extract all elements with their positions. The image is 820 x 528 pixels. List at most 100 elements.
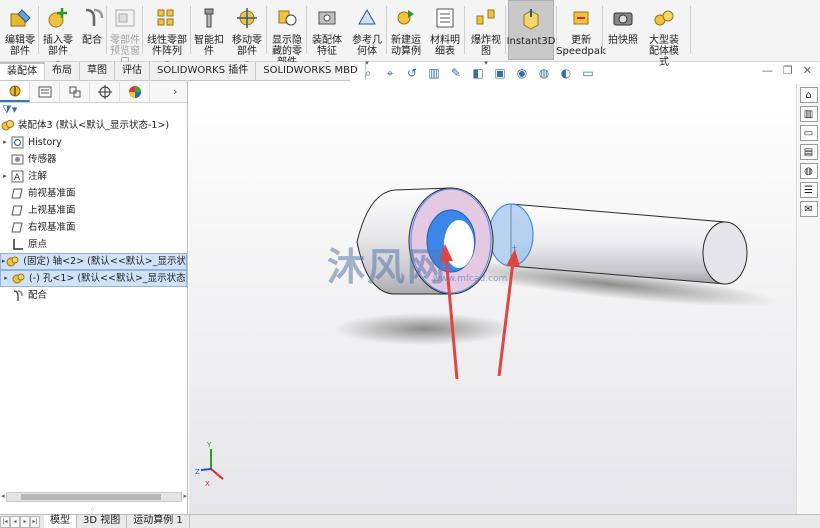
view-orientation-icon[interactable]: ◧ <box>470 65 486 81</box>
ribbon-button-reference-geometry[interactable]: 参考几 何体 ▾ <box>348 0 386 67</box>
ribbon-button-move-component[interactable]: 移动零 部件▾ <box>228 0 266 67</box>
next-tab-icon[interactable]: ▸ <box>20 515 30 528</box>
scroll-right-icon[interactable]: ▸ <box>183 492 187 500</box>
tree-item[interactable]: 传感器 <box>0 151 187 168</box>
custom-properties-icon[interactable]: ☰ <box>799 182 818 198</box>
tree-item[interactable]: 上视基准面 <box>0 202 187 219</box>
tree-horizontal-scrollbar[interactable]: ◂ ▸ <box>1 492 187 502</box>
tree-root-label: 装配体3 (默认<默认_显示状态-1>) <box>18 120 170 131</box>
ribbon-button-mate[interactable]: 配合 <box>78 0 106 60</box>
ribbon-button-edit-component[interactable]: 编辑零 部件 <box>2 0 38 60</box>
restore-icon[interactable]: ❐ <box>783 64 793 77</box>
ribbon-button-update-speedpak[interactable]: 更新 Speedpak <box>556 0 606 60</box>
last-tab-icon[interactable]: ▸| <box>30 515 40 528</box>
feature-manager-tree-tab[interactable] <box>0 81 30 102</box>
ribbon-button-label: 新建运 动算例 <box>391 35 421 57</box>
hide-show-items-icon[interactable]: ◉ <box>514 65 530 81</box>
previous-view-icon[interactable]: ↺ <box>404 65 420 81</box>
ribbon-button-label: 装配体 特征 <box>312 35 342 57</box>
chevron-right-icon[interactable]: › <box>173 85 187 98</box>
tree-item[interactable]: ▸ (-) 孔<1> (默认<<默认>_显示状态 <box>0 270 187 287</box>
task-pane-bar: ⌂ ▥ ▭ ▤ ◍ ☰ ✉ <box>796 84 820 514</box>
ribbon-button-label: 大型装 配体模 式 <box>649 35 679 68</box>
filter-funnel-icon[interactable]: ⧩▾ <box>0 103 187 117</box>
prev-tab-icon[interactable]: ◂ <box>10 515 20 528</box>
panel-splitter-icon[interactable]: ◦ <box>90 505 95 514</box>
property-manager-tab[interactable] <box>30 81 60 102</box>
tab-4[interactable]: SOLIDWORKS 插件 <box>150 62 257 80</box>
ribbon-button-linear-pattern[interactable]: 线性零部 件阵列▾ <box>144 0 190 67</box>
tree-item[interactable]: ▸ History <box>0 134 187 151</box>
ribbon-button-label: 配合 <box>82 35 102 46</box>
expand-arrow-icon[interactable]: ▸ <box>1 271 11 286</box>
ribbon-button-assembly-features[interactable]: 装配体 特征▾ <box>308 0 346 67</box>
ribbon-button-exploded-view[interactable]: 爆炸视 图 ▾ <box>466 0 506 67</box>
configuration-manager-tab[interactable] <box>60 81 90 102</box>
tree-item[interactable]: 原点 <box>0 236 187 253</box>
display-style-icon[interactable]: ▣ <box>492 65 508 81</box>
home-icon[interactable]: ⌂ <box>799 87 818 103</box>
ribbon-button-insert-components[interactable]: 插入零 部件▾ <box>40 0 76 67</box>
graphics-area[interactable]: + Y Z X 沐风网 www.mfcad.com <box>189 84 796 514</box>
ribbon-button-instant3d[interactable]: Instant3D <box>507 0 555 60</box>
reference-geometry-icon <box>355 0 379 35</box>
file-explorer-icon[interactable]: ▭ <box>799 125 818 141</box>
zoom-to-fit-icon[interactable]: ⌕ <box>360 65 376 81</box>
bottom-tab-2[interactable]: 运动算例 1 <box>127 515 190 528</box>
ribbon-separator <box>38 6 39 54</box>
configuration-icon <box>69 86 80 97</box>
tree-item[interactable]: ▸ (固定) 轴<2> (默认<<默认>_显示状 <box>0 253 187 270</box>
tab-1[interactable]: 布局 <box>45 62 80 80</box>
tree-item[interactable]: 右视基准面 <box>0 219 187 236</box>
ribbon-button-component-preview[interactable]: 零部件 预览窗 口 <box>108 0 142 68</box>
forum-icon[interactable]: ✉ <box>799 201 818 217</box>
tree-root-assembly[interactable]: 装配体3 (默认<默认_显示状态-1>) <box>0 117 187 134</box>
ribbon-button-bill-of-materials[interactable]: 材料明 细表 <box>426 0 464 60</box>
display-manager-tab[interactable] <box>120 81 150 102</box>
tree-item[interactable]: 前视基准面 <box>0 185 187 202</box>
view-settings-icon[interactable]: ▭ <box>580 65 596 81</box>
ribbon-button-label: 智能扣 件 <box>194 35 224 57</box>
update-speedpak-icon <box>569 0 593 35</box>
tree-item[interactable]: 配合 <box>0 287 187 304</box>
appearances-icon[interactable]: ◍ <box>799 163 818 179</box>
scroll-left-icon[interactable]: ◂ <box>1 492 5 500</box>
zoom-to-area-icon[interactable]: ⌖ <box>382 65 398 81</box>
minimize-icon[interactable]: — <box>762 64 773 77</box>
plane-icon <box>10 187 24 200</box>
tab-0[interactable]: 装配体 <box>0 62 45 80</box>
expand-arrow-icon[interactable]: ▸ <box>0 168 10 185</box>
dynamic-annotation-icon[interactable]: ✎ <box>448 65 464 81</box>
feature-manager-tabs: › <box>0 81 187 103</box>
bottom-tab-1[interactable]: 3D 视图 <box>77 515 128 528</box>
tab-2[interactable]: 草图 <box>80 62 115 80</box>
section-view-icon[interactable]: ▥ <box>426 65 442 81</box>
svg-text:Z: Z <box>195 468 200 476</box>
tree-item[interactable]: ▸ A 注解 <box>0 168 187 185</box>
ribbon-button-smart-fasteners[interactable]: 智能扣 件 <box>192 0 226 60</box>
assembly-3d-model[interactable]: + Y Z X <box>189 84 796 514</box>
ribbon-button-new-motion-study[interactable]: 新建运 动算例 <box>388 0 424 60</box>
svg-text:X: X <box>205 480 210 488</box>
ribbon-separator <box>386 6 387 54</box>
tab-3[interactable]: 评估 <box>115 62 150 80</box>
property-list-icon <box>38 86 51 97</box>
scrollbar-thumb[interactable] <box>21 494 161 500</box>
watermark-logo: 沐风网 <box>327 245 448 289</box>
design-library-icon[interactable]: ▥ <box>799 106 818 122</box>
tab-5[interactable]: SOLIDWORKS MBD <box>256 62 366 80</box>
first-tab-icon[interactable]: |◂ <box>0 515 10 528</box>
bottom-tab-0[interactable]: 模型 <box>44 515 77 528</box>
dimxpert-manager-tab[interactable] <box>90 81 120 102</box>
history-icon <box>10 136 24 149</box>
expand-arrow-icon[interactable]: ▸ <box>0 134 10 151</box>
apply-scene-icon[interactable]: ◐ <box>558 65 574 81</box>
bill-of-materials-icon <box>433 0 457 35</box>
close-icon[interactable]: ✕ <box>803 64 812 77</box>
tree-item-label: 上视基准面 <box>28 205 76 216</box>
ribbon-button-snapshot[interactable]: 拍快照 <box>606 0 640 60</box>
ribbon-button-show-hidden[interactable]: 显示隐 藏的零 部件 <box>268 0 306 68</box>
ribbon-button-large-assembly[interactable]: 大型装 配体模 式 <box>644 0 684 68</box>
view-palette-icon[interactable]: ▤ <box>799 144 818 160</box>
edit-appearance-icon[interactable]: ◍ <box>536 65 552 81</box>
